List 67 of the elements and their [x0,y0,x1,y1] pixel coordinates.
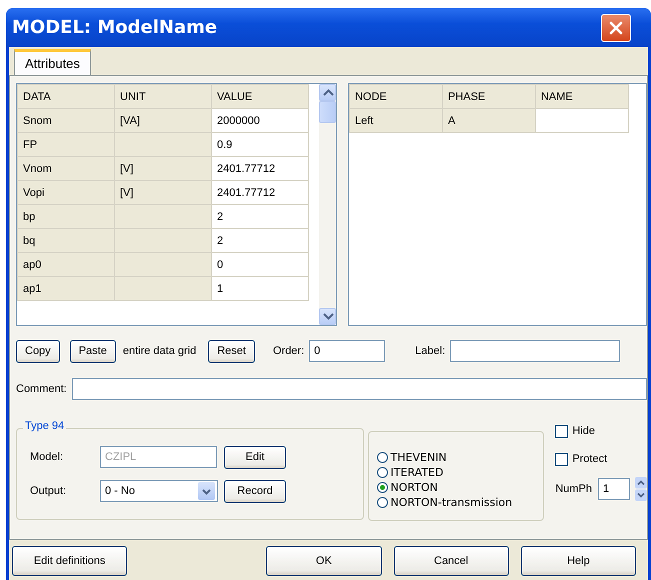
radio-button[interactable] [376,482,388,493]
column-header: PHASE [442,84,536,108]
copy-button[interactable]: Copy [16,340,60,362]
record-button[interactable]: Record [224,480,286,502]
comment-field[interactable] [72,378,647,400]
checkbox[interactable] [555,452,568,466]
table-cell: Vopi [18,180,114,204]
radio-button[interactable] [376,497,388,508]
field-label: Model: [30,451,64,463]
radio-label: NORTON-transmission [390,496,512,509]
paste-note: entire data grid [122,345,196,357]
help-button[interactable]: Help [520,546,636,576]
table-cell[interactable]: 0 [212,252,308,276]
edit-definitions-button[interactable]: Edit definitions [12,546,128,576]
column-header: NODE [349,84,442,108]
column-header: DATA [18,84,114,108]
group-title: Type 94 [23,420,66,432]
scroll-thumb[interactable] [318,101,336,123]
table-cell[interactable]: 2401.77712 [212,156,308,180]
numph-field[interactable]: 1 [598,478,630,500]
field-label: Order: [272,345,304,357]
table-cell: A [442,108,536,132]
table-cell: [V] [114,156,212,180]
scrollbar[interactable] [318,84,336,325]
radio-button[interactable] [376,467,388,478]
order-field[interactable]: 0 [309,340,386,362]
radio-label: ITERATED [390,466,444,479]
field-label: Label: [415,345,446,357]
table-cell: bq [18,228,114,252]
close-button[interactable] [601,14,631,42]
paste-button[interactable]: Paste [70,340,116,362]
close-icon [608,20,624,36]
table-cell[interactable]: 1 [212,276,308,300]
output-dropdown[interactable]: 0 - No [100,480,218,502]
table-cell[interactable]: 2 [212,204,308,228]
radio-button[interactable] [376,452,388,463]
table-cell[interactable]: 0.9 [212,132,308,156]
table-cell: FP [18,132,114,156]
table-cell: ap1 [18,276,114,300]
radio-label: NORTON [390,481,438,494]
reset-button[interactable]: Reset [208,340,255,362]
spinner-icon [635,477,647,501]
table-cell: ap0 [18,252,114,276]
window-title: MODEL: ModelName [12,17,218,38]
checkbox-label: Hide [572,425,595,437]
table-cell[interactable]: 2401.77712 [212,180,308,204]
table-cell: [VA] [114,108,212,132]
checkbox-label: Protect [572,453,608,465]
tab[interactable]: Attributes [14,49,91,75]
radio-label: THEVENIN [390,451,447,464]
cancel-button[interactable]: Cancel [394,546,509,576]
column-header: VALUE [212,84,308,108]
table-cell[interactable]: 2 [212,228,308,252]
column-header: UNIT [114,84,212,108]
table-cell: [V] [114,180,212,204]
table-cell: Vnom [18,156,114,180]
table-cell: Left [349,108,442,132]
field-label: NumPh [555,483,592,495]
field-label: Comment: [16,383,67,395]
table-cell[interactable]: 2000000 [212,108,308,132]
field-label: Output: [30,485,68,497]
table-cell: Snom [18,108,114,132]
ok-button[interactable]: OK [266,546,382,576]
table-cell: bp [18,204,114,228]
checkbox[interactable] [555,424,568,438]
label-field[interactable] [450,340,620,362]
column-header: NAME [535,84,628,108]
